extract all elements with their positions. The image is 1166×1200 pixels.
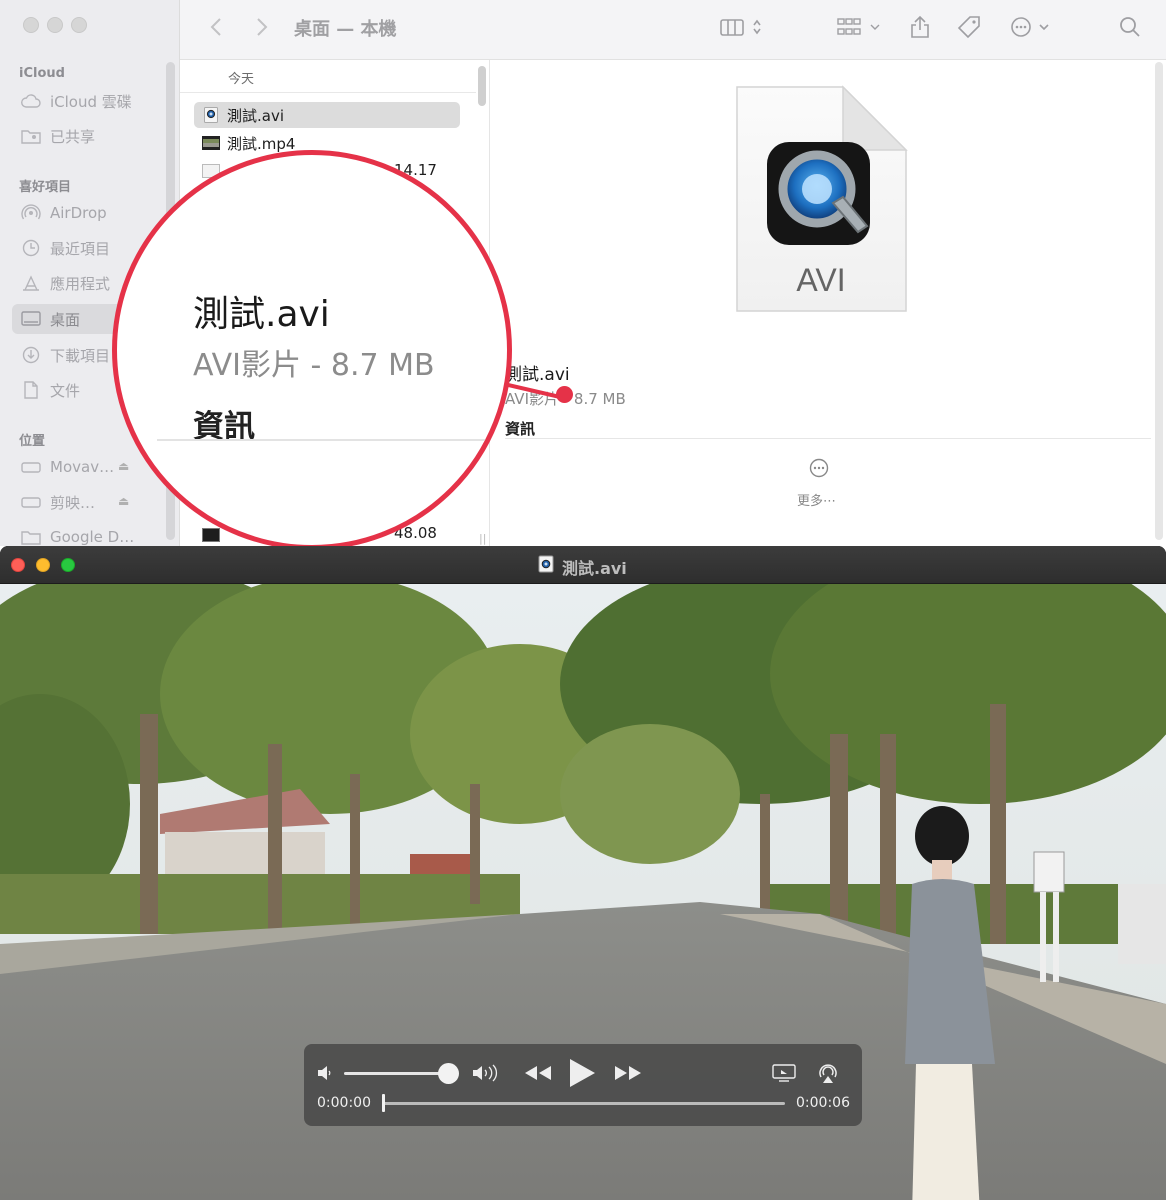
file-name: 測試.avi — [227, 106, 285, 125]
shared-folder-icon — [20, 125, 42, 147]
minimize-button[interactable] — [36, 558, 50, 572]
elapsed-time: 0:00:00 — [317, 1095, 371, 1111]
tag-icon[interactable] — [955, 14, 983, 40]
quicktime-file-icon — [538, 555, 554, 573]
column-resize-handle[interactable]: || — [479, 532, 486, 545]
divider — [505, 438, 1151, 439]
view-mode-button[interactable] — [718, 14, 768, 40]
sidebar-item-label: Movav… — [50, 458, 115, 476]
picture-in-picture-button[interactable] — [770, 1061, 798, 1085]
volume-slider-knob[interactable] — [438, 1063, 459, 1084]
sidebar-section-favorites: 喜好項目 — [19, 180, 72, 195]
group-button[interactable] — [834, 14, 884, 40]
more-button-label[interactable]: 更多⋯ — [797, 490, 836, 509]
divider — [157, 439, 507, 441]
sidebar-item-shared[interactable]: 已共享 — [12, 121, 168, 151]
zoom-button[interactable] — [61, 558, 75, 572]
eject-icon[interactable]: ⏏ — [118, 494, 129, 508]
quicktime-player-window: 測試.avi 0:00:00 0:00:06 — [0, 546, 1166, 1200]
sidebar-item-label: AirDrop — [50, 204, 107, 222]
divider — [180, 92, 476, 93]
sidebar-item-label: 應用程式 — [50, 274, 111, 293]
sidebar-item-label: iCloud 雲碟 — [50, 92, 132, 111]
zoom-button[interactable] — [71, 17, 87, 33]
play-button[interactable] — [564, 1056, 600, 1090]
sidebar-item-airdrop[interactable]: AirDrop — [12, 198, 168, 228]
apps-icon — [20, 272, 42, 294]
scrubber-track[interactable] — [383, 1102, 785, 1105]
preview-file-name: 測試.avi — [505, 365, 570, 385]
cloud-icon — [20, 90, 42, 112]
magnified-file-name: 測試.avi — [193, 294, 330, 335]
preview-scrollbar[interactable] — [1155, 62, 1163, 540]
sidebar-item-label: 最近項目 — [50, 239, 111, 258]
rewind-button[interactable] — [520, 1061, 556, 1085]
column-scrollbar[interactable] — [478, 66, 486, 106]
sidebar-item-label: 桌面 — [50, 310, 81, 329]
sidebar-item-label: 已共享 — [50, 127, 96, 146]
callout-pointer-dot — [556, 386, 573, 403]
playback-controls: 0:00:00 0:00:06 — [304, 1044, 862, 1126]
document-icon — [20, 379, 42, 401]
drive-icon — [20, 456, 42, 478]
volume-mute-icon[interactable] — [314, 1062, 336, 1084]
minimize-button[interactable] — [47, 17, 63, 33]
airplay-icon[interactable] — [814, 1060, 842, 1086]
sidebar-item-google-drive[interactable]: Google D… — [12, 522, 168, 546]
total-time: 0:00:06 — [796, 1095, 850, 1111]
drive-icon — [20, 491, 42, 513]
desktop-icon — [20, 308, 42, 330]
avi-document-icon: AVI — [736, 85, 908, 312]
magnified-file-meta: AVI影片 - 8.7 MB — [193, 348, 435, 383]
scrubber-playhead[interactable] — [382, 1094, 385, 1112]
video-thumbnail-icon — [202, 135, 220, 151]
file-thumbnail-icon — [202, 528, 220, 542]
sidebar-item-jianying-volume[interactable]: 剪映… — [12, 487, 168, 517]
airdrop-icon — [20, 202, 42, 224]
sidebar-item-icloud-drive[interactable]: iCloud 雲碟 — [12, 86, 168, 116]
back-button[interactable] — [202, 14, 230, 40]
forward-button[interactable] — [248, 14, 276, 40]
file-name: 測試.mp4 — [227, 134, 296, 153]
sidebar-section-locations: 位置 — [19, 434, 46, 449]
preview-pane: AVI 測試.avi AVI影片 - 8.7 MB 資訊 更多⋯ — [491, 60, 1166, 546]
sidebar-item-label: 剪映… — [50, 493, 96, 512]
file-row-test-avi[interactable]: 測試.avi — [194, 102, 460, 128]
sidebar-item-label: 文件 — [50, 381, 81, 400]
more-icon[interactable] — [809, 458, 829, 478]
sidebar-section-icloud: iCloud — [19, 66, 65, 81]
close-button[interactable] — [11, 558, 25, 572]
player-titlebar: 測試.avi — [0, 546, 1166, 584]
preview-info-heading: 資訊 — [505, 420, 536, 438]
eject-icon[interactable]: ⏏ — [118, 459, 129, 473]
search-icon[interactable] — [1116, 14, 1144, 40]
close-button[interactable] — [23, 17, 39, 33]
player-title: 測試.avi — [562, 559, 627, 578]
volume-max-icon[interactable] — [470, 1061, 502, 1085]
file-type-badge: AVI — [796, 262, 845, 298]
download-icon — [20, 344, 42, 366]
sidebar-item-label: Google D… — [50, 528, 135, 546]
finder-window: iCloud iCloud 雲碟 已共享 喜好項目 AirDrop 最近項目 應… — [0, 0, 1166, 546]
magnifier-callout: 測試.avi AVI影片 - 8.7 MB 資訊 — [112, 150, 512, 546]
folder-icon — [20, 526, 42, 546]
more-actions-button[interactable] — [1010, 14, 1054, 40]
fast-forward-button[interactable] — [610, 1061, 646, 1085]
share-icon[interactable] — [906, 14, 934, 40]
quicktime-file-icon — [202, 107, 220, 123]
column-group-header: 今天 — [228, 72, 255, 87]
clock-icon — [20, 237, 42, 259]
window-title: 桌面 — 本機 — [294, 19, 397, 40]
sidebar-item-label: 下載項目 — [50, 346, 111, 365]
finder-toolbar: 桌面 — 本機 — [180, 0, 1166, 60]
